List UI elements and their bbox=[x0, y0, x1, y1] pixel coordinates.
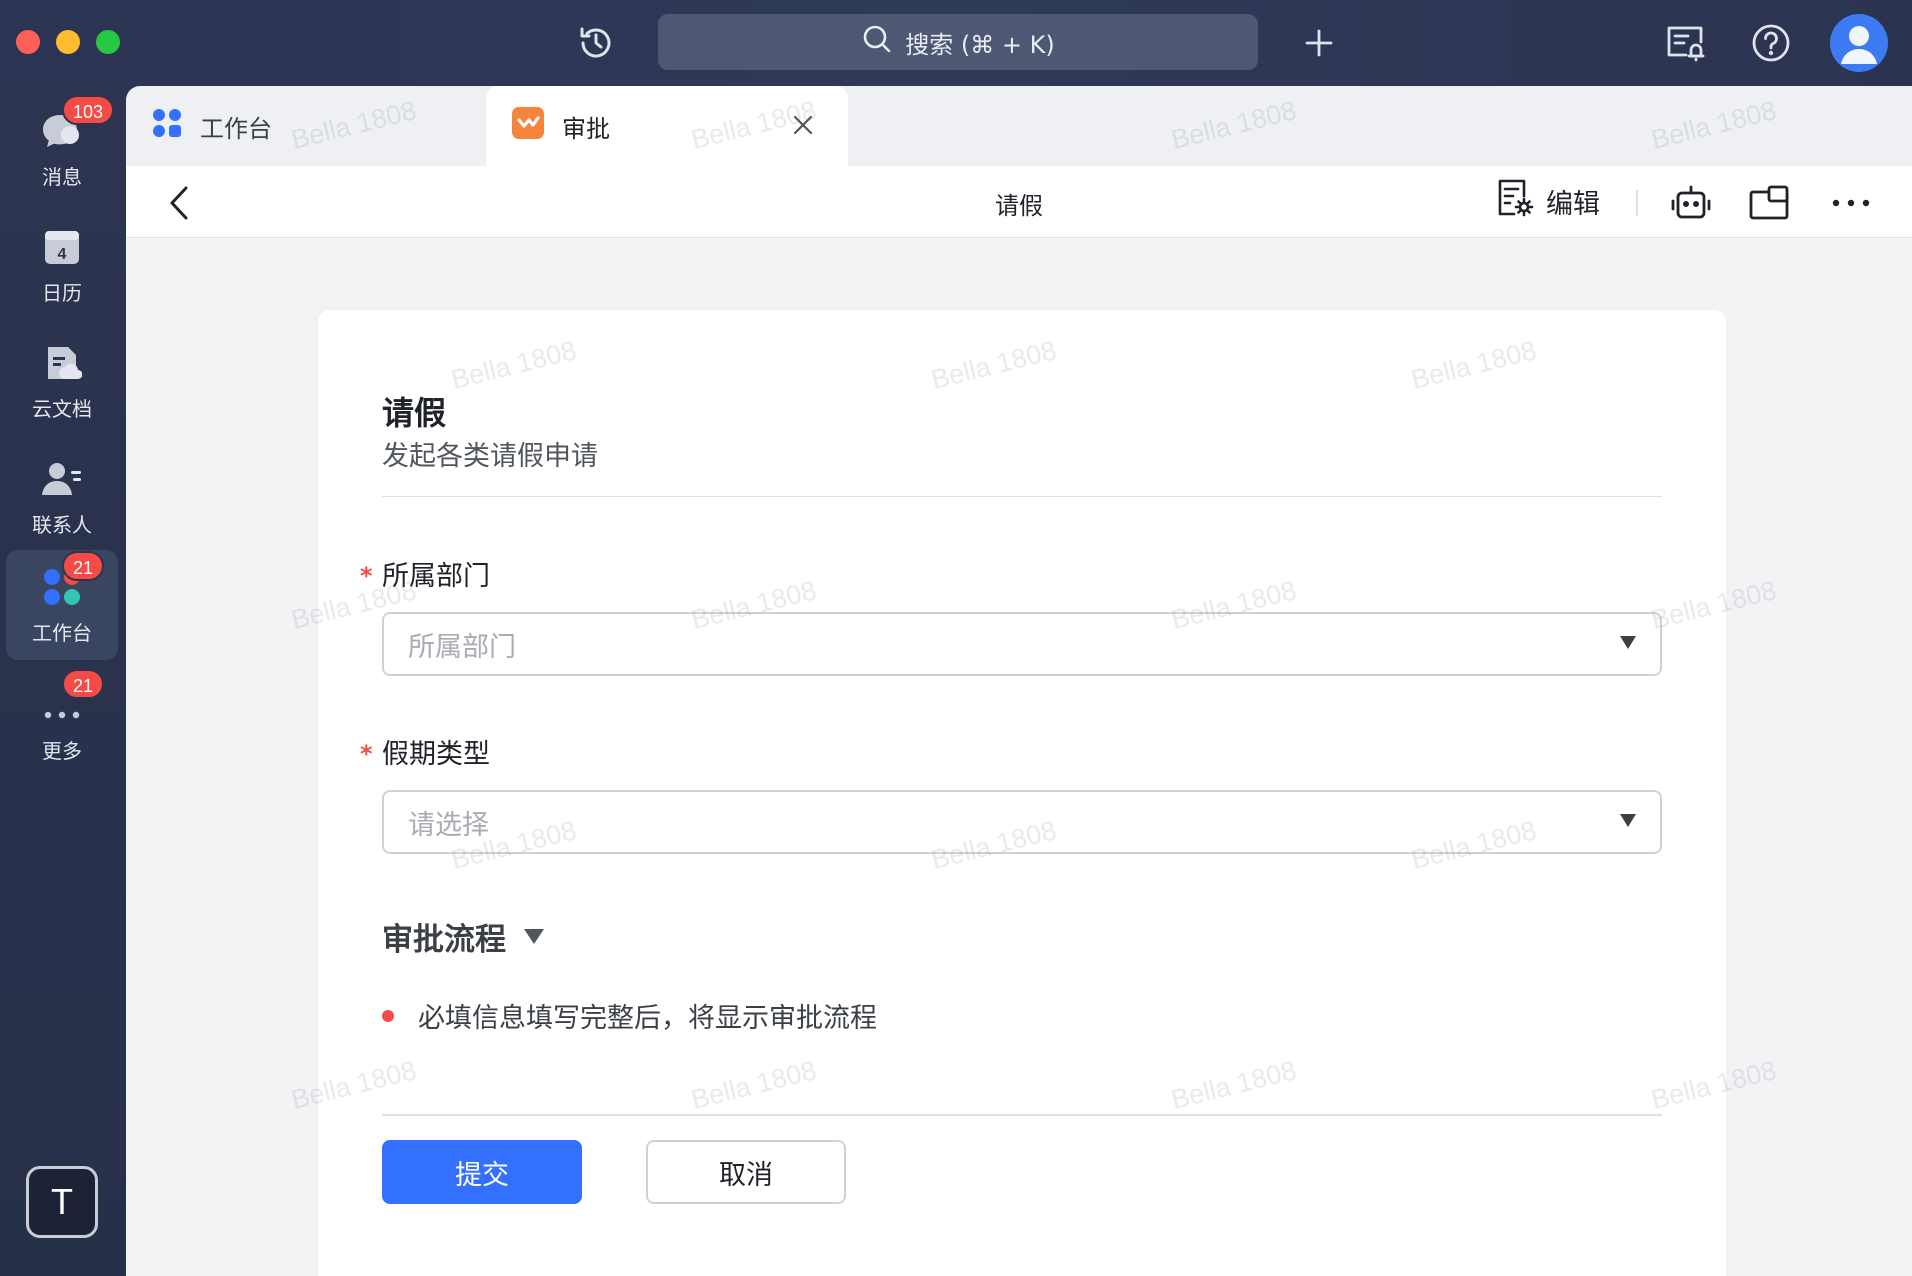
form-settings-icon bbox=[1496, 178, 1534, 225]
sidebar-item-label: 消息 bbox=[42, 164, 82, 189]
left-navigation: 103 消息 4 日历 云文档 联系人 21 工作台 21 更多 T bbox=[0, 86, 126, 1276]
split-view-icon[interactable] bbox=[1744, 178, 1794, 228]
sidebar-item-contacts[interactable]: 联系人 bbox=[6, 442, 118, 552]
sidebar-item-label: 日历 bbox=[42, 280, 82, 305]
leave-type-label: 假期类型 bbox=[382, 739, 490, 770]
department-select[interactable]: 所属部门 bbox=[382, 612, 1662, 676]
workbench-icon bbox=[152, 108, 182, 144]
department-placeholder: 所属部门 bbox=[408, 631, 516, 663]
approval-flow-toggle[interactable]: 审批流程 bbox=[382, 914, 544, 959]
department-label: 所属部门 bbox=[382, 561, 490, 592]
status-dot-icon bbox=[382, 1009, 394, 1022]
header-divider bbox=[1636, 190, 1638, 216]
leave-type-select[interactable]: 请选择 bbox=[382, 790, 1662, 854]
close-icon[interactable] bbox=[788, 110, 818, 140]
sidebar-item-label: 工作台 bbox=[32, 620, 92, 645]
more-badge: 21 bbox=[62, 668, 105, 699]
contacts-icon bbox=[40, 457, 84, 501]
tab-label: 工作台 bbox=[200, 114, 272, 143]
required-mark: * bbox=[360, 562, 373, 590]
required-mark: * bbox=[360, 740, 373, 768]
sidebar-item-label: 云文档 bbox=[32, 396, 92, 421]
form-title: 请假 bbox=[382, 394, 447, 432]
close-window-button[interactable] bbox=[16, 30, 40, 54]
avatar-icon bbox=[1841, 26, 1877, 64]
avatar[interactable] bbox=[1830, 14, 1888, 72]
search-bar[interactable]: 搜索 (⌘ + K) bbox=[658, 14, 1258, 70]
help-icon[interactable] bbox=[1746, 18, 1796, 68]
cancel-button[interactable]: 取消 bbox=[646, 1140, 846, 1204]
caret-down-icon bbox=[524, 929, 544, 944]
back-icon[interactable] bbox=[156, 180, 202, 226]
more-icon: 21 bbox=[40, 668, 105, 727]
approval-flow-note-text: 必填信息填写完整后，将显示审批流程 bbox=[418, 1003, 877, 1034]
leave-type-placeholder: 请选择 bbox=[408, 809, 489, 841]
sidebar-item-label: 更多 bbox=[42, 738, 82, 763]
message-icon: 103 bbox=[40, 94, 115, 153]
sidebar-item-workbench[interactable]: 21 工作台 bbox=[6, 550, 118, 660]
more-horizontal-icon[interactable] bbox=[1826, 178, 1876, 228]
maximize-window-button[interactable] bbox=[96, 30, 120, 54]
sidebar-item-label: 联系人 bbox=[32, 512, 92, 537]
tab-workbench[interactable]: 工作台 bbox=[126, 86, 484, 166]
approval-flow-note: 必填信息填写完整后，将显示审批流程 bbox=[382, 996, 877, 1035]
history-icon[interactable] bbox=[572, 20, 620, 66]
calendar-icon: 4 bbox=[40, 225, 84, 269]
chevron-down-icon bbox=[1620, 636, 1636, 649]
sidebar-item-calendar[interactable]: 4 日历 bbox=[6, 210, 118, 320]
search-icon bbox=[861, 23, 893, 61]
sidebar-item-messages[interactable]: 103 消息 bbox=[6, 94, 118, 204]
minimize-window-button[interactable] bbox=[56, 30, 80, 54]
page-title: 请假 bbox=[995, 192, 1043, 220]
edit-label: 编辑 bbox=[1546, 188, 1600, 220]
leave-form-card: 请假 发起各类请假申请 * 所属部门 所属部门 * 假期类型 请选择 审批流程 … bbox=[318, 310, 1726, 1276]
bot-icon[interactable] bbox=[1666, 178, 1716, 228]
title-bar: 搜索 (⌘ + K) bbox=[0, 0, 1912, 86]
chevron-down-icon bbox=[1620, 814, 1636, 827]
edit-button[interactable]: 编辑 bbox=[1496, 176, 1600, 226]
page-header: 请假 编辑 bbox=[126, 166, 1912, 238]
tab-strip: 工作台 审批 bbox=[126, 86, 1912, 166]
content-area: 请假 发起各类请假申请 * 所属部门 所属部门 * 假期类型 请选择 审批流程 … bbox=[126, 238, 1912, 1276]
workbench-badge: 21 bbox=[62, 550, 105, 581]
divider bbox=[382, 1114, 1662, 1116]
cloud-doc-icon bbox=[40, 341, 84, 385]
plus-icon[interactable] bbox=[1296, 20, 1342, 66]
tab-approval[interactable]: 审批 bbox=[486, 86, 848, 166]
approval-icon bbox=[512, 107, 544, 145]
sidebar-item-more[interactable]: 21 更多 bbox=[6, 668, 118, 778]
messages-badge: 103 bbox=[62, 94, 115, 125]
sidebar-item-docs[interactable]: 云文档 bbox=[6, 326, 118, 436]
search-placeholder: 搜索 (⌘ + K) bbox=[905, 30, 1055, 59]
workbench-icon: 21 bbox=[40, 550, 105, 609]
approval-flow-title: 审批流程 bbox=[382, 922, 506, 958]
tab-label: 审批 bbox=[562, 114, 610, 143]
tenant-switch-button[interactable]: T bbox=[26, 1166, 98, 1238]
form-subtitle: 发起各类请假申请 bbox=[382, 441, 598, 472]
submit-button[interactable]: 提交 bbox=[382, 1140, 582, 1204]
calendar-day: 4 bbox=[58, 246, 67, 263]
meeting-room-icon[interactable] bbox=[1660, 18, 1710, 68]
divider bbox=[382, 496, 1662, 497]
